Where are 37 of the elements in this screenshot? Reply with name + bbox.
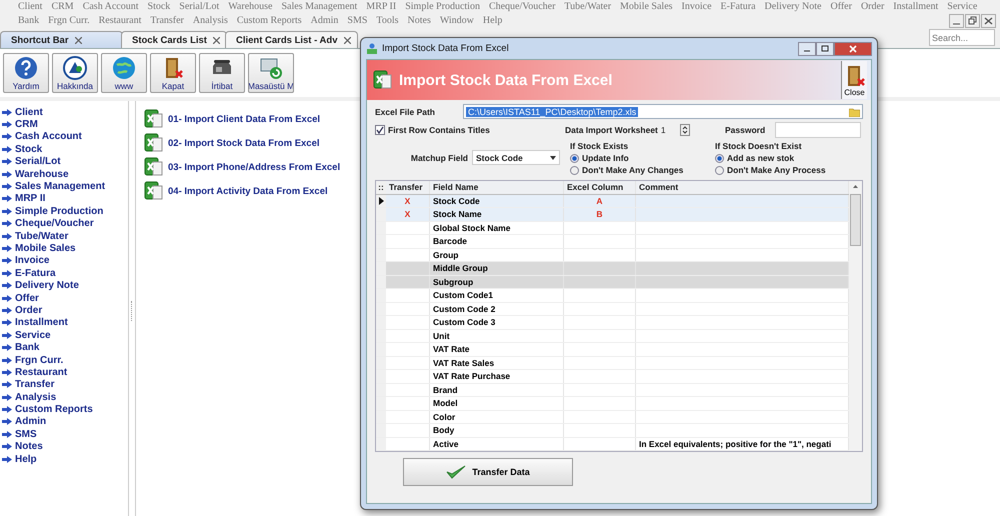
- table-cell: Custom Code 3: [430, 316, 564, 328]
- table-cell: Color: [430, 410, 564, 423]
- table-cell: Active: [430, 438, 564, 450]
- table-cell: VAT Rate Purchase: [430, 370, 564, 382]
- table-cell: VAT Rate: [430, 343, 564, 356]
- table-cell: Unit: [430, 330, 564, 342]
- table-cell: X: [386, 194, 430, 207]
- radio-label: Add as new stok: [727, 153, 794, 163]
- table-cell: Group: [430, 248, 564, 261]
- table-cell: Custom Code1: [430, 289, 564, 302]
- group-title: If Stock Doesn't Exist: [715, 141, 803, 151]
- table-cell: Body: [430, 424, 564, 436]
- table-cell: Stock Code: [430, 194, 564, 207]
- table-cell: Custom Code 2: [430, 302, 564, 315]
- radio-label: Update Info: [582, 153, 629, 163]
- radio-label: Don't Make Any Changes: [582, 165, 684, 175]
- table-cell: Model: [430, 397, 564, 410]
- dialog-heading: Import Stock Data From Excel: [399, 72, 614, 88]
- field-label: Matchup Field: [410, 152, 468, 162]
- field-label: Password: [725, 125, 766, 135]
- table-cell: Barcode: [430, 235, 564, 248]
- table-cell: Global Stock Name: [430, 222, 564, 234]
- radio-label: Don't Make Any Process: [727, 165, 826, 175]
- table-cell: Subgroup: [430, 276, 564, 288]
- table-cell: X: [386, 208, 430, 220]
- grip-text: ::: [378, 182, 384, 192]
- table-cell: B: [564, 208, 636, 220]
- checkbox-label: First Row Contains Titles: [388, 125, 490, 135]
- table-cell: A: [564, 194, 636, 207]
- window-title: Import Stock Data From Excel: [382, 43, 510, 54]
- group-title: If Stock Exists: [570, 141, 630, 151]
- table-cell: Brand: [430, 384, 564, 396]
- table-cell: VAT Rate Sales: [430, 356, 564, 369]
- table-cell: Middle Group: [430, 262, 564, 274]
- field-label: Excel File Path: [375, 106, 436, 116]
- field-label: Data Import Worksheet: [565, 125, 658, 135]
- table-cell: Stock Name: [430, 208, 564, 220]
